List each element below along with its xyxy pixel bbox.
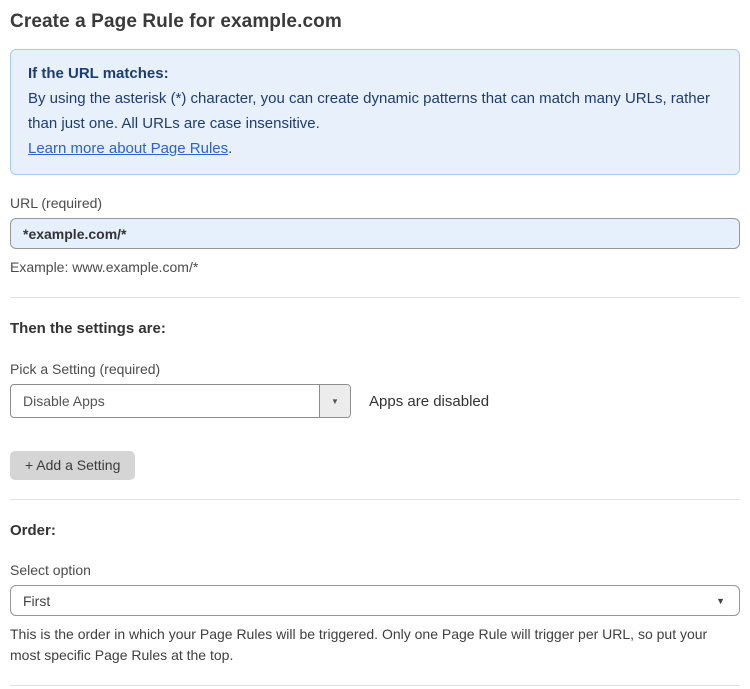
url-input[interactable] <box>10 218 740 249</box>
info-box-heading: If the URL matches: <box>28 65 169 82</box>
add-setting-button[interactable]: + Add a Setting <box>10 451 136 480</box>
divider <box>10 297 740 298</box>
setting-row: Disable Apps ▼ Apps are disabled <box>10 384 740 418</box>
settings-section-heading: Then the settings are: <box>10 320 166 337</box>
info-box-body: By using the asterisk (*) character, you… <box>28 90 710 132</box>
page-rule-form: Create a Page Rule for example.com If th… <box>0 0 750 689</box>
pick-setting-label: Pick a Setting (required) <box>10 361 161 377</box>
learn-more-link[interactable]: Learn more about Page Rules <box>28 140 228 157</box>
info-box-link-line: Learn more about Page Rules. <box>28 136 722 161</box>
url-match-info-box: If the URL matches: By using the asteris… <box>10 49 740 175</box>
chevron-down-icon[interactable]: ▼ <box>319 385 350 417</box>
order-select-label: Select option <box>10 562 91 578</box>
divider <box>10 499 740 500</box>
order-select[interactable]: First ▼ <box>10 585 740 616</box>
setting-dropdown-value: Disable Apps <box>23 393 105 409</box>
order-select-value: First <box>23 592 51 609</box>
setting-status-text: Apps are disabled <box>369 392 490 410</box>
order-helper-text: This is the order in which your Page Rul… <box>10 626 708 663</box>
url-example-helper: Example: www.example.com/* <box>10 259 199 275</box>
order-section-heading: Order: <box>10 522 56 539</box>
divider <box>10 685 740 686</box>
page-title: Create a Page Rule for example.com <box>10 11 342 32</box>
url-field-label: URL (required) <box>10 195 103 211</box>
setting-dropdown[interactable]: Disable Apps ▼ <box>10 384 351 418</box>
link-suffix: . <box>228 140 233 157</box>
chevron-down-icon: ▼ <box>716 595 725 606</box>
